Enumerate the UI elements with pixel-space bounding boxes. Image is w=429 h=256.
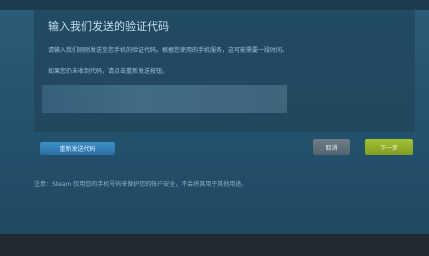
dialog-resend-hint: 如果您仍未收到代码，请点击重新发送按钮。	[48, 68, 169, 75]
next-button[interactable]: 下一步	[365, 139, 413, 155]
verification-code-input[interactable]	[42, 85, 287, 113]
dialog-instructions: 请输入我们刚刚发送至您手机的验证代码。根据您使用的手机服务，这可能需要一段时间。	[48, 47, 289, 54]
cancel-button[interactable]: 取消	[313, 139, 350, 155]
resend-code-button[interactable]: 重新发送代码	[40, 142, 115, 155]
window-top-strip	[0, 0, 429, 10]
privacy-note: 注意：Steam 仅用您的手机号码来保护您的帐户安全，不会将其用于其他用途。	[34, 181, 248, 188]
dialog-title: 输入我们发送的验证代码	[48, 20, 169, 33]
window-bottom-strip	[0, 234, 429, 256]
